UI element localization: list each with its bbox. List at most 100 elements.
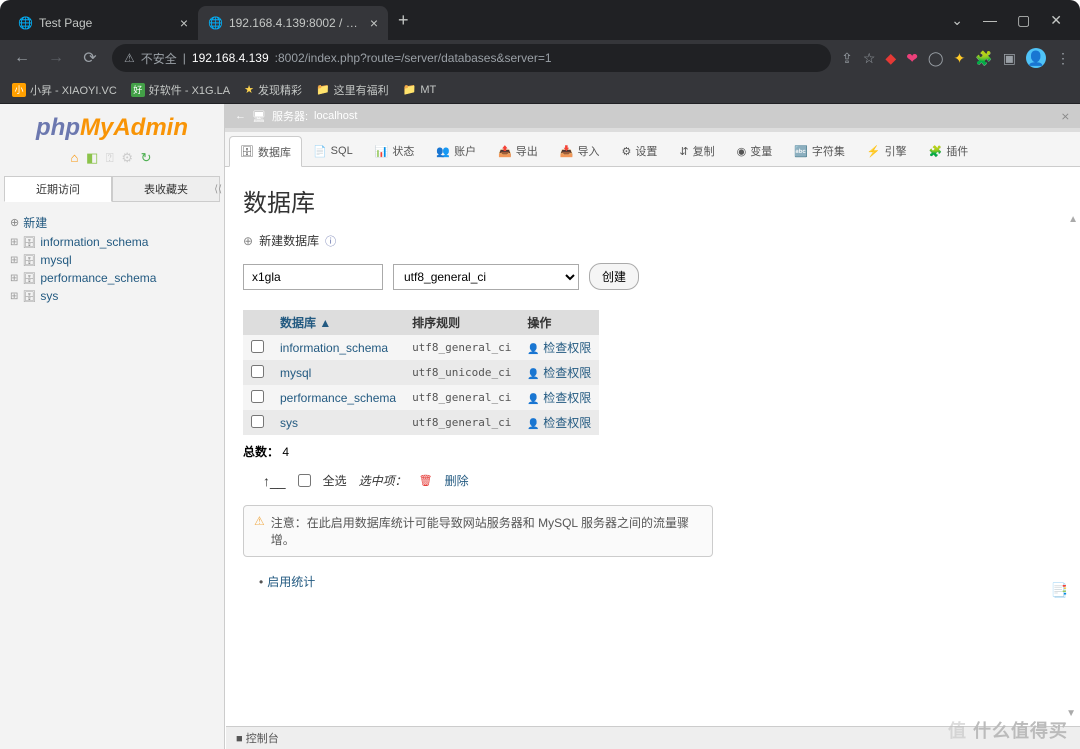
tree-db-1[interactable]: ⊞🗄mysql — [6, 251, 218, 269]
new-tab-button[interactable]: + — [398, 10, 409, 31]
bookmark-2[interactable]: 好好软件 - X1G.LA — [131, 82, 230, 98]
bookmarks-bar: 小小昇 - XIAOYI.VC 好好软件 - X1G.LA ★发现精彩 📁这里有… — [0, 76, 1080, 104]
tab-export[interactable]: 📤导出 — [487, 136, 549, 166]
tab-close-icon[interactable]: × — [180, 15, 188, 31]
window-dropdown-icon[interactable]: ⌄ — [951, 12, 963, 29]
col-collation[interactable]: 排序规则 — [404, 310, 519, 335]
expand-icon[interactable]: ⊞ — [10, 273, 18, 284]
delete-link[interactable]: 删除 — [445, 472, 469, 489]
up-arrow-icon: ↑__ — [263, 473, 286, 489]
scrollbar-up-icon[interactable]: ▲ — [1068, 214, 1078, 225]
tree-new[interactable]: ⊕新建 — [6, 212, 218, 233]
ext-icon-red[interactable]: ◆ — [885, 50, 896, 67]
tab-accounts[interactable]: 👥账户 — [425, 136, 487, 166]
note-text: 注意：在此启用数据库统计可能导致网站服务器和 MySQL 服务器之间的流量骤增。 — [271, 514, 702, 548]
forward-button[interactable]: → — [44, 49, 68, 67]
enable-stats-link[interactable]: •启用统计 — [243, 569, 1062, 590]
bookmark-corner-icon[interactable]: 📑 — [1051, 582, 1068, 599]
reload-icon[interactable]: ↻ — [141, 150, 154, 165]
variables-icon: ◉ — [737, 145, 747, 158]
ext-icon-puzzle[interactable]: 🧩 — [975, 50, 992, 67]
tree-db-0[interactable]: ⊞🗄information_schema — [6, 233, 218, 251]
row-checkbox[interactable] — [251, 390, 264, 403]
table-row: mysql utf8_unicode_ci 👤 检查权限 — [243, 360, 599, 385]
sidebar-toggle-icon[interactable]: ← — [235, 110, 246, 122]
url-host: 192.168.4.139 — [192, 51, 269, 65]
bookmark-1[interactable]: 小小昇 - XIAOYI.VC — [12, 82, 117, 98]
share-icon[interactable]: ⇪ — [841, 50, 853, 67]
check-privileges-link[interactable]: 检查权限 — [543, 341, 591, 355]
row-checkbox[interactable] — [251, 340, 264, 353]
tab-engines[interactable]: ⚡引擎 — [856, 136, 918, 166]
tab-databases[interactable]: 🗄数据库 — [229, 136, 302, 167]
collapse-sidebar-icon[interactable]: ⟨⟨ — [214, 184, 222, 195]
db-link[interactable]: performance_schema — [280, 391, 396, 405]
expand-icon[interactable]: ⊞ — [10, 291, 18, 302]
ext-icon-circle[interactable]: ◯ — [928, 50, 944, 67]
tab-status[interactable]: 📊状态 — [364, 136, 426, 166]
select-all-label[interactable]: 全选 — [323, 472, 347, 489]
logout-icon[interactable]: ◧ — [86, 150, 100, 165]
tab-settings[interactable]: ⚙设置 — [611, 136, 669, 166]
window-maximize-icon[interactable]: ▢ — [1017, 12, 1030, 29]
reload-button[interactable]: ⟳ — [78, 48, 102, 68]
ext-icon-box[interactable]: ▣ — [1003, 50, 1016, 67]
tab-import[interactable]: 📥导入 — [549, 136, 611, 166]
settings-icon[interactable]: ⚙ — [121, 150, 135, 165]
expand-icon[interactable]: ⊞ — [10, 237, 18, 248]
row-checkbox[interactable] — [251, 415, 264, 428]
back-button[interactable]: ← — [10, 49, 34, 67]
home-icon[interactable]: ⌂ — [70, 150, 80, 165]
tab-close-icon[interactable]: × — [370, 15, 378, 31]
phpmyadmin-logo[interactable]: phpMyAdmin — [0, 104, 224, 146]
check-privileges-link[interactable]: 检查权限 — [543, 416, 591, 430]
tab-plugins[interactable]: 🧩插件 — [918, 136, 980, 166]
database-icon: 🗄 — [22, 254, 36, 267]
help-icon[interactable]: ⓘ — [325, 233, 336, 249]
bookmark-4[interactable]: 📁这里有福利 — [316, 82, 389, 98]
tab-replication[interactable]: ⇵复制 — [668, 136, 725, 166]
star-icon[interactable]: ☆ — [863, 50, 876, 67]
expand-icon[interactable]: ⊞ — [10, 255, 18, 266]
address-bar[interactable]: ⚠ 不安全 | 192.168.4.139:8002/index.php?rou… — [112, 44, 831, 72]
tab-sql[interactable]: 📄SQL — [302, 136, 364, 166]
engines-icon: ⚡ — [867, 145, 881, 158]
ext-icon-heart[interactable]: ❤ — [906, 50, 918, 67]
tab-charsets[interactable]: 🔤字符集 — [783, 136, 856, 166]
check-privileges-link[interactable]: 检查权限 — [543, 366, 591, 380]
tree-db-2[interactable]: ⊞🗄performance_schema — [6, 269, 218, 287]
window-controls: ⌄ — ▢ ✕ — [951, 12, 1072, 29]
bookmark-5[interactable]: 📁MT — [403, 83, 437, 96]
db-link[interactable]: information_schema — [280, 341, 388, 355]
ext-icon-wand[interactable]: ✦ — [954, 50, 966, 67]
table-row: sys utf8_general_ci 👤 检查权限 — [243, 410, 599, 435]
tab-recent[interactable]: 近期访问 — [4, 176, 112, 202]
sql-icon: 📄 — [313, 145, 327, 158]
warning-note: ⚠ 注意：在此启用数据库统计可能导致网站服务器和 MySQL 服务器之间的流量骤… — [243, 505, 713, 557]
create-button[interactable]: 创建 — [589, 263, 639, 290]
check-privileges-link[interactable]: 检查权限 — [543, 391, 591, 405]
db-name-input[interactable] — [243, 264, 383, 290]
db-link[interactable]: sys — [280, 416, 298, 430]
browser-tab-1[interactable]: 🌐 Test Page × — [8, 6, 198, 40]
browser-tab-2[interactable]: 🌐 192.168.4.139:8002 / localhost × — [198, 6, 388, 40]
select-all-checkbox[interactable] — [298, 474, 311, 487]
tab-title: Test Page — [39, 16, 92, 30]
profile-avatar[interactable]: 👤 — [1026, 48, 1046, 68]
tab-variables[interactable]: ◉变量 — [726, 136, 784, 166]
col-database[interactable]: 数据库 ▲ — [272, 310, 404, 335]
tab-favorites[interactable]: 表收藏夹 — [112, 176, 220, 202]
menu-icon[interactable]: ⋮ — [1056, 50, 1070, 67]
db-link[interactable]: mysql — [280, 366, 311, 380]
tree-db-3[interactable]: ⊞🗄sys — [6, 287, 218, 305]
bookmark-3[interactable]: ★发现精彩 — [244, 82, 302, 98]
collation-select[interactable]: utf8_general_ci — [393, 264, 579, 290]
server-value: localhost — [314, 110, 357, 122]
tab-title: 192.168.4.139:8002 / localhost — [229, 16, 359, 30]
privileges-icon: 👤 — [527, 369, 539, 380]
docs-icon[interactable]: ⍰ — [106, 150, 116, 165]
close-breadcrumb-icon[interactable]: ⨯ — [1061, 110, 1070, 123]
window-minimize-icon[interactable]: — — [983, 12, 997, 29]
row-checkbox[interactable] — [251, 365, 264, 378]
window-close-icon[interactable]: ✕ — [1050, 12, 1062, 29]
